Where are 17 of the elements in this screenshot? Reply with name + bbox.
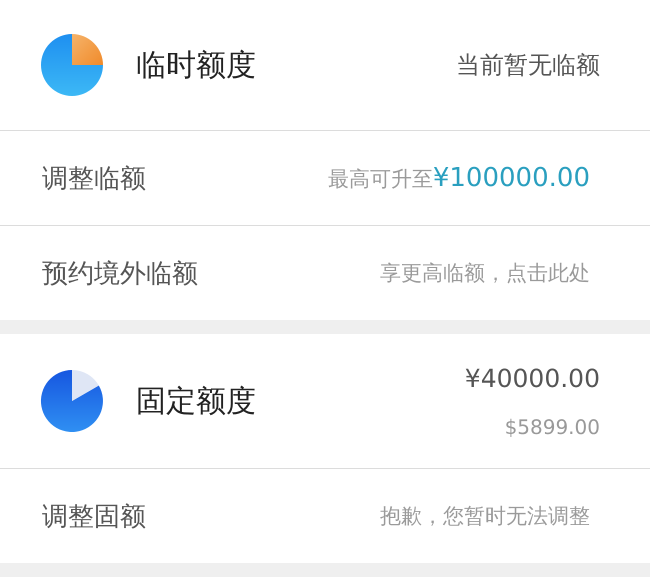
row-label: 预约境外临额 — [42, 258, 198, 290]
pie-chart-icon — [40, 33, 104, 97]
section-title: 临时额度 — [136, 46, 257, 84]
max-amount: ¥100000.00 — [432, 163, 590, 193]
limit-value: ¥40000.00 — [464, 364, 600, 392]
usd-value: $5899.00 — [504, 414, 600, 438]
row-hint: 抱歉，您暂时无法调整 — [380, 503, 590, 530]
row-hint: 享更高临额，点击此处 — [380, 260, 590, 287]
limit-value: 当前暂无临额 — [456, 50, 600, 81]
list-row[interactable]: 调整临额 最高可升至¥100000.00 — [0, 131, 650, 226]
list-row[interactable]: 调整固额 抱歉，您暂时无法调整 — [0, 469, 650, 563]
section-title: 固定额度 — [136, 382, 257, 420]
row-label: 调整固额 — [42, 500, 146, 534]
pie-chart-icon — [40, 369, 104, 433]
row-label: 调整临额 — [42, 162, 146, 196]
list-row[interactable]: 预约境外临额 享更高临额，点击此处 — [0, 226, 650, 320]
row-hint: 最高可升至 — [328, 166, 433, 193]
